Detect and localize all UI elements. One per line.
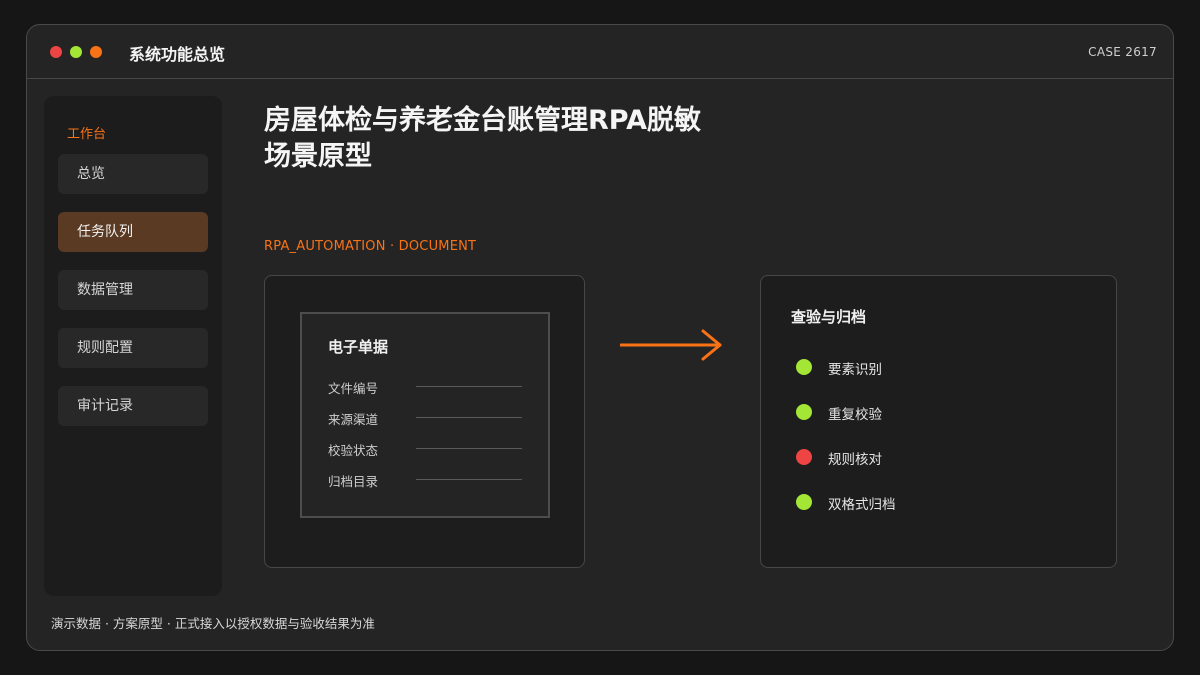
check-item-label: 规则核对 <box>828 452 882 468</box>
status-ok-dot <box>796 404 812 420</box>
document-card: 电子单据 文件编号 来源渠道 校验状态 归档目录 <box>264 275 585 568</box>
field-source-channel: 来源渠道 <box>328 412 379 427</box>
category-tag: RPA_AUTOMATION · DOCUMENT <box>264 239 477 254</box>
field-value-line <box>416 417 522 418</box>
field-value-line <box>416 386 522 387</box>
sidebar-item-overview[interactable]: 总览 <box>58 154 208 194</box>
check-archive-title: 查验与归档 <box>791 308 867 326</box>
electronic-document: 电子单据 文件编号 来源渠道 校验状态 归档目录 <box>300 312 550 518</box>
sidebar: 工作台 总览 任务队列 数据管理 规则配置 审计记录 <box>44 96 222 596</box>
field-archive-directory: 归档目录 <box>328 474 379 489</box>
field-value-line <box>416 479 522 480</box>
check-archive-card: 查验与归档 要素识别 重复校验 规则核对 双格式归档 <box>760 275 1117 568</box>
field-value-line <box>416 448 522 449</box>
maximize-window-button[interactable] <box>90 46 102 58</box>
check-item-label: 重复校验 <box>828 407 882 423</box>
sidebar-heading: 工作台 <box>67 127 107 142</box>
arrow-right-icon <box>620 329 722 361</box>
window-title: 系统功能总览 <box>129 45 226 64</box>
status-ok-dot <box>796 494 812 510</box>
status-error-dot <box>796 449 812 465</box>
document-title: 电子单据 <box>328 338 389 356</box>
sidebar-item-rule-config[interactable]: 规则配置 <box>58 328 208 368</box>
page-title-line-1: 房屋体检与养老金台账管理RPA脱敏 <box>264 105 701 136</box>
check-item-label: 双格式归档 <box>828 497 896 513</box>
sidebar-item-data-management[interactable]: 数据管理 <box>58 270 208 310</box>
status-ok-dot <box>796 359 812 375</box>
minimize-window-button[interactable] <box>70 46 82 58</box>
footer-disclaimer: 演示数据 · 方案原型 · 正式接入以授权数据与验收结果为准 <box>51 616 375 631</box>
check-item-label: 要素识别 <box>828 362 882 378</box>
case-id: CASE 2617 <box>1088 45 1157 59</box>
title-bar: 系统功能总览 CASE 2617 <box>27 25 1173 79</box>
sidebar-item-audit-log[interactable]: 审计记录 <box>58 386 208 426</box>
field-check-status: 校验状态 <box>328 443 379 458</box>
page-title-line-2: 场景原型 <box>264 141 372 172</box>
app-window: 系统功能总览 CASE 2617 工作台 总览 任务队列 数据管理 规则配置 审… <box>26 24 1174 651</box>
sidebar-item-task-queue[interactable]: 任务队列 <box>58 212 208 252</box>
field-file-number: 文件编号 <box>328 381 379 396</box>
page-title: 房屋体检与养老金台账管理RPA脱敏 场景原型 <box>264 103 744 175</box>
close-window-button[interactable] <box>50 46 62 58</box>
